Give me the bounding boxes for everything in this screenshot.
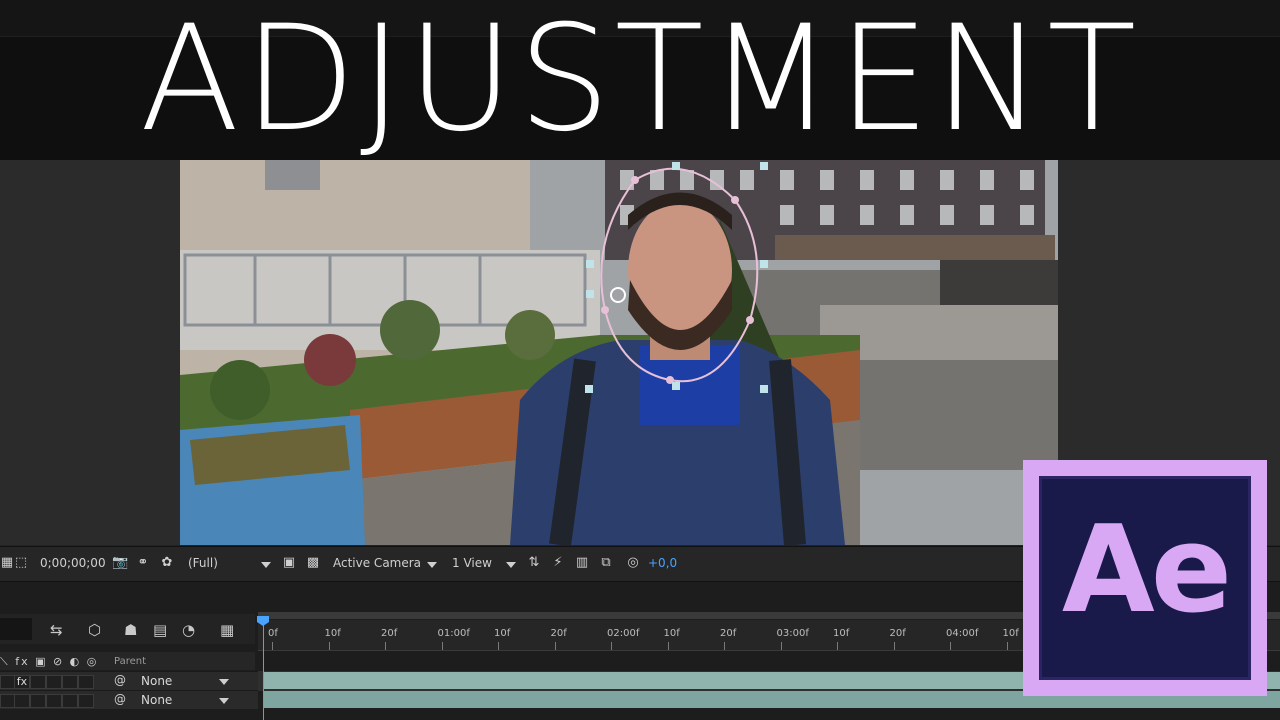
pick-whip-icon[interactable]: @ <box>114 692 126 706</box>
logo-text: Ae <box>1061 501 1232 640</box>
layer-switch[interactable] <box>62 675 78 689</box>
pixel-aspect-icon[interactable]: ⇅ <box>527 556 541 570</box>
logo-inner: Ae <box>1039 476 1251 680</box>
ruler-label: 10f <box>833 628 850 639</box>
ruler-tick <box>780 642 782 650</box>
snapshot-icon[interactable]: 📷 <box>112 556 128 570</box>
layer-row[interactable]: @ None <box>0 690 258 709</box>
ruler-tick <box>441 642 443 650</box>
ruler-tick <box>1006 642 1008 650</box>
ruler-label: 20f <box>381 628 398 639</box>
ruler-label: 10f <box>1002 628 1019 639</box>
exposure-value[interactable]: +0,0 <box>648 556 677 570</box>
layer-switch[interactable] <box>46 694 62 708</box>
page-title: ADJUSTMENT <box>139 0 1141 164</box>
layer-switch[interactable] <box>78 675 94 689</box>
parent-dropdown-icon[interactable] <box>219 679 229 685</box>
ruler-tick <box>667 642 669 650</box>
frame-blending-icon[interactable]: ▤ <box>153 622 167 638</box>
region-of-interest-icon[interactable]: ▣ <box>282 556 296 570</box>
motion-blur-icon[interactable]: ◔ <box>182 622 195 638</box>
layer-switch[interactable] <box>30 694 46 708</box>
ruler-tick <box>385 642 386 650</box>
layer-search-input[interactable] <box>0 618 32 640</box>
ruler-tick <box>724 642 725 650</box>
ruler-label: 20f <box>550 628 567 639</box>
show-snapshot-icon[interactable]: ⚭ <box>136 556 150 570</box>
layer-switch[interactable] <box>78 694 94 708</box>
playhead-line[interactable] <box>263 618 264 720</box>
ruler-label: 04:00f <box>946 628 979 639</box>
ruler-tick <box>950 642 951 650</box>
ruler-label: 0f <box>268 628 278 639</box>
mask-visibility-icon[interactable]: ⬚ <box>14 556 28 570</box>
grid-icon[interactable]: ▦ <box>0 556 14 570</box>
ruler-label: 03:00f <box>776 628 809 639</box>
ruler-label: 02:00f <box>607 628 640 639</box>
after-effects-logo: Ae <box>1023 460 1267 696</box>
layer-switch[interactable] <box>46 675 62 689</box>
layer-switch[interactable] <box>14 694 30 708</box>
footage-frame[interactable] <box>180 160 1058 545</box>
ruler-tick <box>611 642 612 650</box>
color-channels-icon[interactable]: ✿ <box>160 556 174 570</box>
ruler-tick <box>498 642 499 650</box>
parent-select[interactable]: None <box>141 693 172 707</box>
fast-previews-icon[interactable]: ⚡ <box>551 556 565 570</box>
graph-editor-icon[interactable]: ▦ <box>220 622 234 638</box>
layer-switch[interactable] <box>62 694 78 708</box>
timecode-display[interactable]: 0;00;00;00 <box>40 556 106 570</box>
footage-image <box>180 160 1058 545</box>
ruler-tick <box>893 642 895 650</box>
ruler-label: 10f <box>494 628 511 639</box>
reset-exposure-icon[interactable]: ◎ <box>626 556 640 570</box>
timeline-icon[interactable]: ▥ <box>575 556 589 570</box>
composition-mini-flowchart-icon[interactable]: ⇆ <box>50 622 63 638</box>
layer-switch[interactable] <box>30 675 46 689</box>
parent-column-header: Parent <box>114 656 147 667</box>
ruler-tick <box>837 642 838 650</box>
view-layout-dropdown-icon[interactable] <box>506 562 516 568</box>
ruler-tick <box>328 642 330 650</box>
transparency-grid-icon[interactable]: ▩ <box>306 556 320 570</box>
ruler-tick <box>554 642 556 650</box>
ruler-label: 10f <box>663 628 680 639</box>
switches-column-icons: ⟍ fx ▣ ⊘ ◐ ◎ <box>0 655 99 668</box>
fx-switch[interactable]: fx <box>14 675 30 689</box>
shy-icon[interactable]: ☗ <box>124 622 137 638</box>
ruler-tick <box>272 642 273 650</box>
flowchart-icon[interactable]: ⧉ <box>599 556 613 570</box>
camera-select[interactable]: Active Camera <box>333 556 421 570</box>
ruler-label: 20f <box>889 628 906 639</box>
ruler-label: 20f <box>720 628 737 639</box>
pick-whip-icon[interactable]: @ <box>114 673 126 687</box>
title-banner: ADJUSTMENT <box>0 0 1280 160</box>
camera-dropdown-icon[interactable] <box>427 562 437 568</box>
ruler-label: 01:00f <box>437 628 470 639</box>
draft-3d-icon[interactable]: ⬡ <box>88 622 101 638</box>
resolution-dropdown-icon[interactable] <box>261 562 271 568</box>
parent-dropdown-icon[interactable] <box>219 698 229 704</box>
layer-columns-header: ⟍ fx ▣ ⊘ ◐ ◎ Parent <box>0 652 255 670</box>
resolution-select[interactable]: (Full) <box>188 556 218 570</box>
ruler-label: 10f <box>324 628 341 639</box>
layer-row[interactable]: fx @ None <box>0 671 258 690</box>
view-layout-select[interactable]: 1 View <box>452 556 492 570</box>
parent-select[interactable]: None <box>141 674 172 688</box>
